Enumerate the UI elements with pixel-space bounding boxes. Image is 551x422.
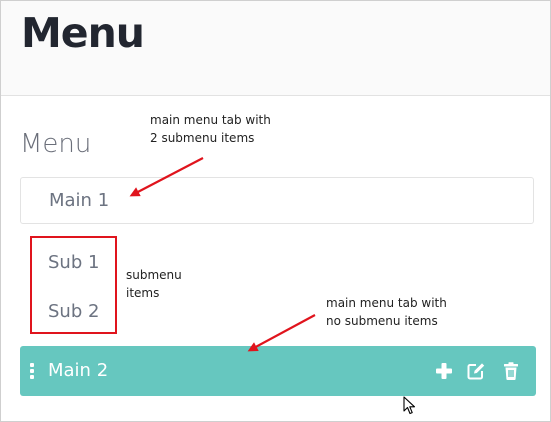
main-menu-item-label: Main 2 — [48, 360, 109, 381]
annotation-line: submenu — [126, 268, 182, 282]
annotation-line: no submenu items — [326, 314, 438, 328]
edit-icon[interactable] — [466, 361, 486, 381]
drag-handle-icon[interactable] — [30, 363, 36, 381]
submenu-item-sub-1[interactable]: Sub 1 — [48, 251, 99, 275]
trash-icon[interactable] — [501, 361, 521, 381]
submenu-item-sub-2[interactable]: Sub 2 — [48, 300, 99, 324]
annotation-main-with-submenu: main menu tab with 2 submenu items — [150, 111, 271, 147]
main-menu-item-main-1[interactable]: Main 1 — [20, 177, 534, 224]
annotation-line: 2 submenu items — [150, 131, 255, 145]
main-menu-item-main-2[interactable]: Main 2 — [20, 346, 536, 396]
annotation-line: items — [126, 286, 160, 300]
plus-icon[interactable] — [434, 361, 454, 381]
page-header: Menu — [1, 1, 550, 96]
annotation-line: main menu tab with — [326, 296, 447, 310]
annotation-main-no-submenu: main menu tab with no submenu items — [326, 294, 447, 330]
annotation-submenu-items: submenu items — [126, 266, 182, 302]
menu-section-title: Menu — [20, 129, 92, 159]
mouse-cursor-icon — [403, 396, 417, 416]
page-title: Menu — [21, 9, 145, 57]
main-menu-item-label: Main 1 — [49, 190, 110, 211]
annotation-line: main menu tab with — [150, 113, 271, 127]
